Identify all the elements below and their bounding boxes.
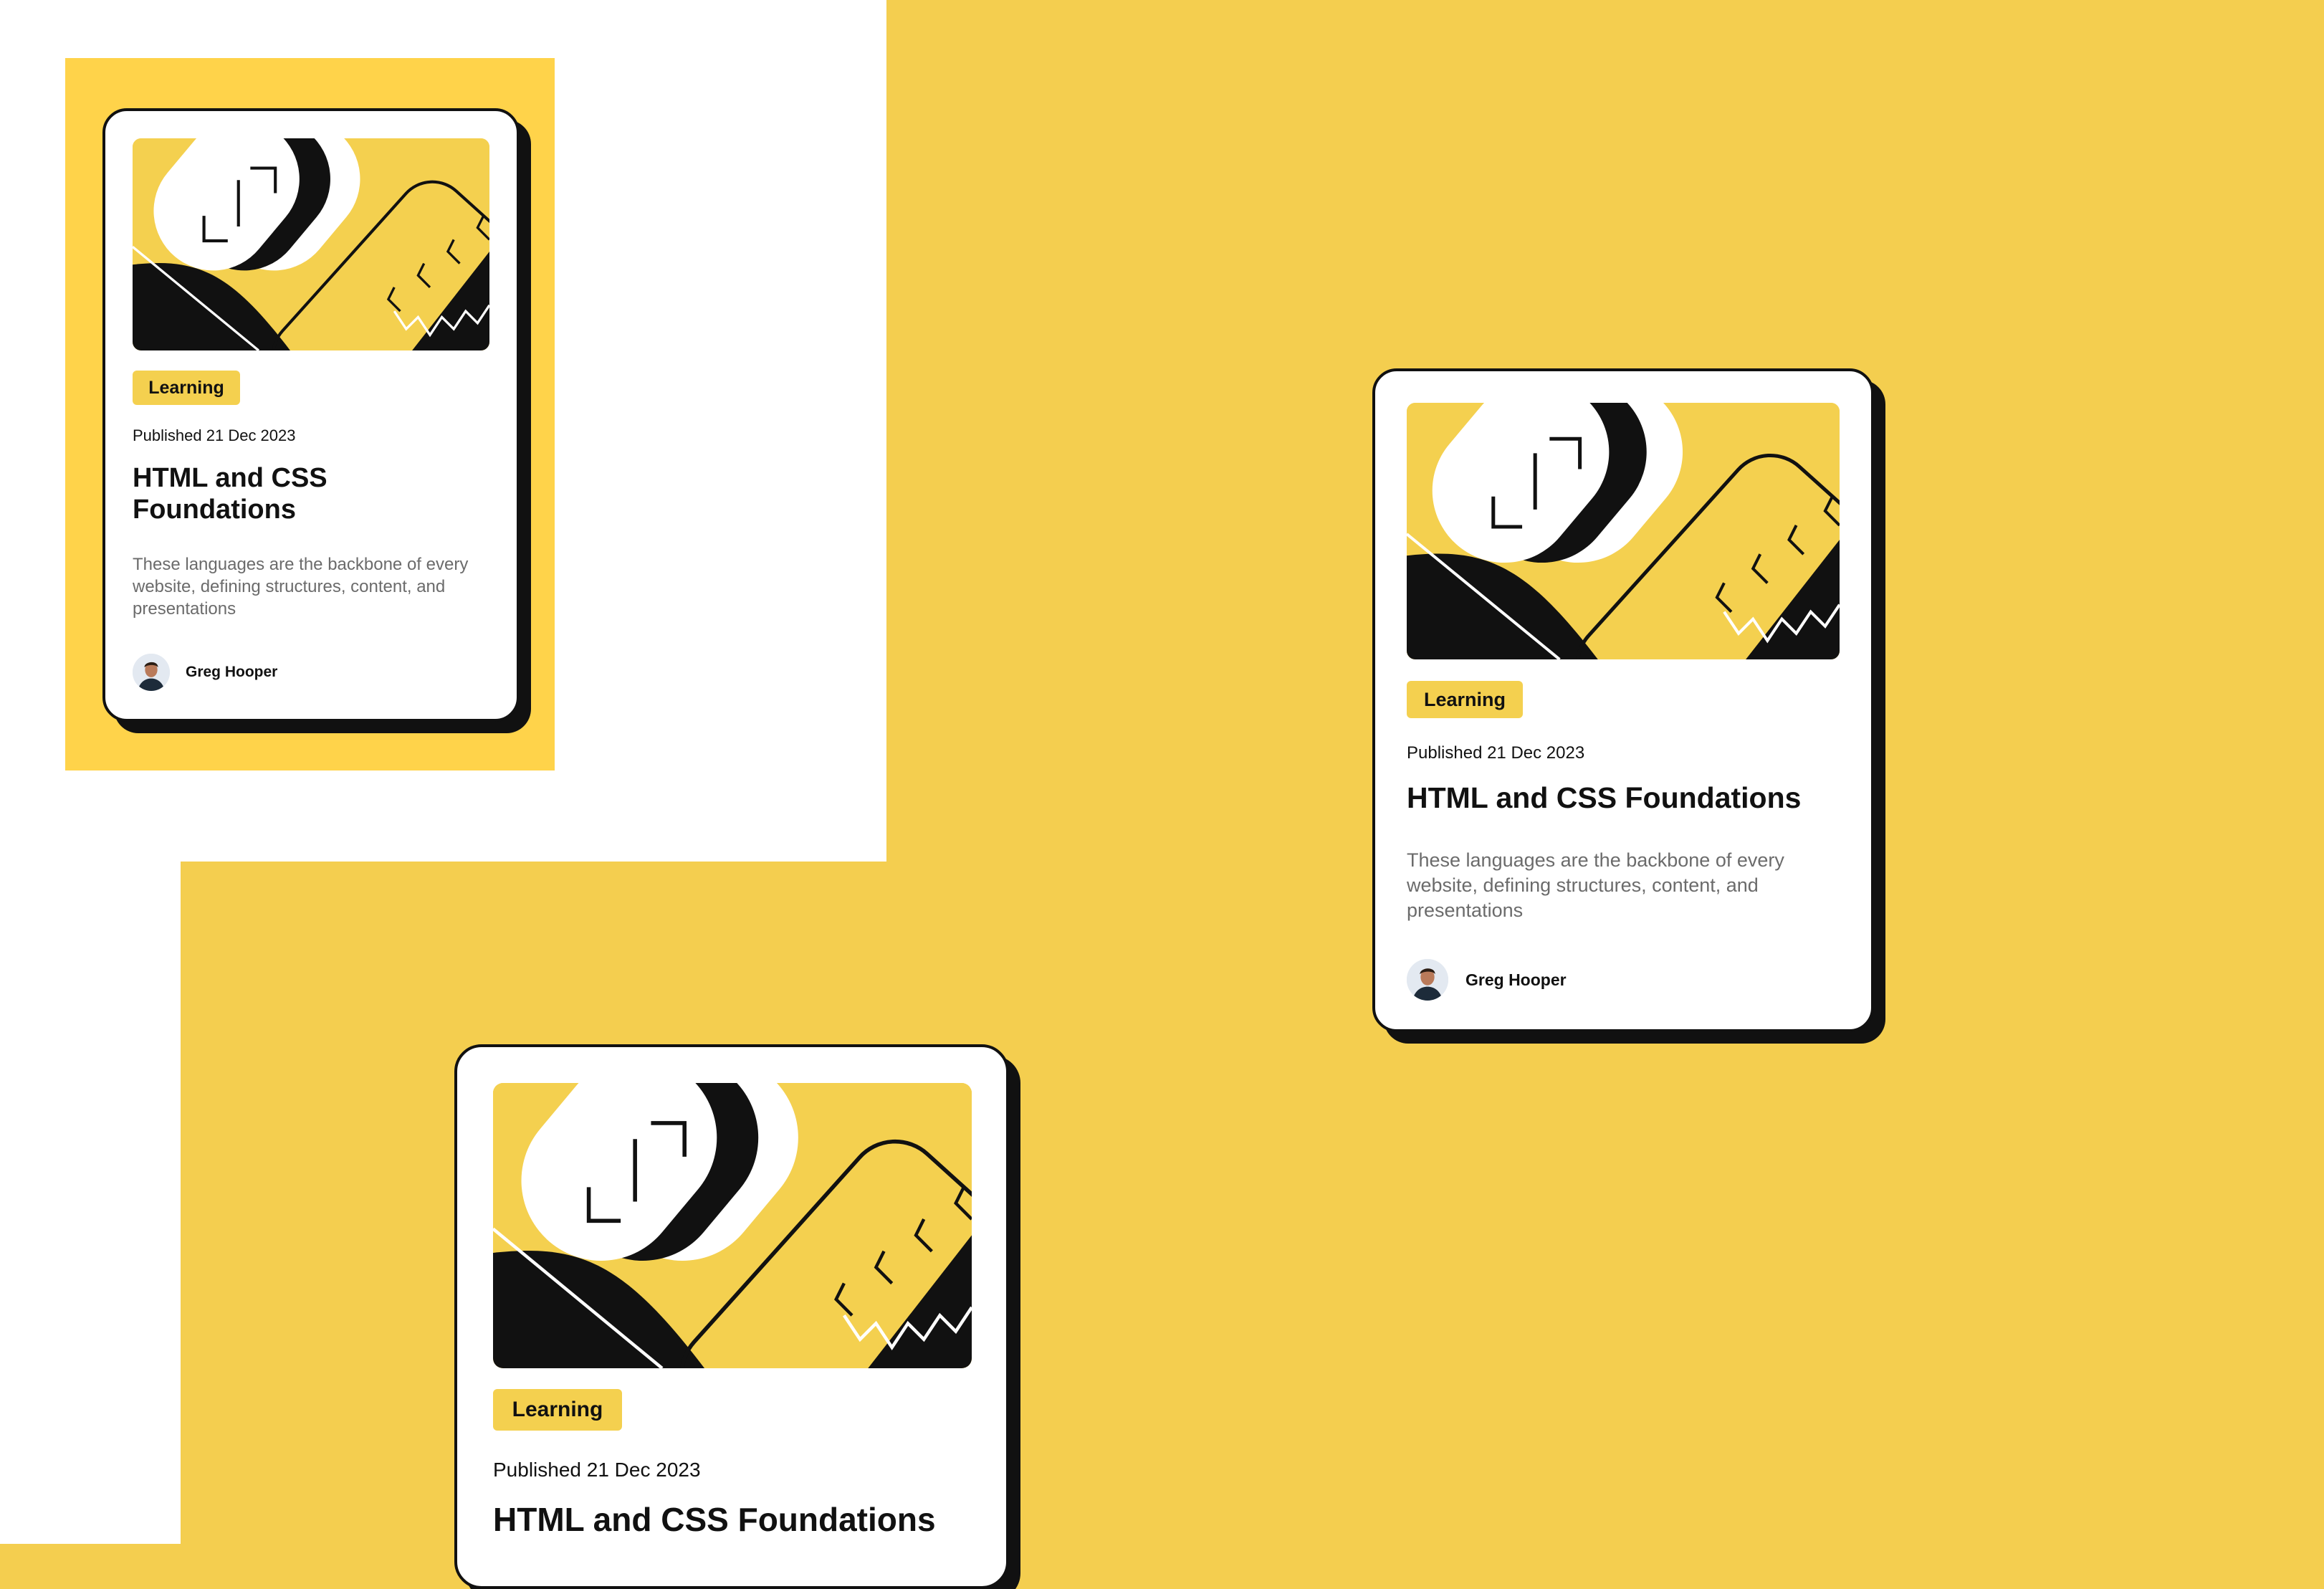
category-tag[interactable]: Learning [493, 1389, 622, 1431]
author-name: Greg Hooper [1465, 970, 1567, 989]
author-block: Greg Hooper [133, 654, 277, 691]
code-brackets-illustration [493, 1083, 972, 1368]
blog-preview-card-mobile[interactable]: Learning Published 21 Dec 2023 HTML and … [102, 108, 520, 722]
white-panel-left [0, 862, 181, 1544]
card-title[interactable]: HTML and CSS Foundations [1407, 781, 1851, 815]
published-date: Published 21 Dec 2023 [493, 1459, 701, 1481]
code-brackets-illustration [133, 138, 489, 350]
card-description: These languages are the backbone of ever… [1407, 849, 1784, 922]
published-date: Published 21 Dec 2023 [1407, 743, 1585, 763]
card-title[interactable]: HTML and CSS Foundations [493, 1501, 988, 1539]
card-title[interactable]: HTML and CSS Foundations [133, 463, 469, 525]
card-description: These languages are the backbone of ever… [133, 555, 469, 619]
published-date: Published 21 Dec 2023 [133, 426, 296, 444]
author-block: Greg Hooper [1407, 959, 1567, 1001]
blog-preview-card-desktop[interactable]: Learning Published 21 Dec 2023 HTML and … [1372, 368, 1874, 1032]
preview-canvas: Learning Published 21 Dec 2023 HTML and … [0, 0, 2324, 1589]
greg-hooper-avatar [133, 654, 170, 691]
author-name: Greg Hooper [186, 664, 278, 680]
category-tag[interactable]: Learning [133, 371, 240, 405]
category-tag[interactable]: Learning [1407, 681, 1523, 718]
blog-preview-card-tablet[interactable]: Learning Published 21 Dec 2023 HTML and … [454, 1044, 1009, 1589]
code-brackets-illustration [1407, 403, 1840, 659]
greg-hooper-avatar [1407, 959, 1448, 1001]
